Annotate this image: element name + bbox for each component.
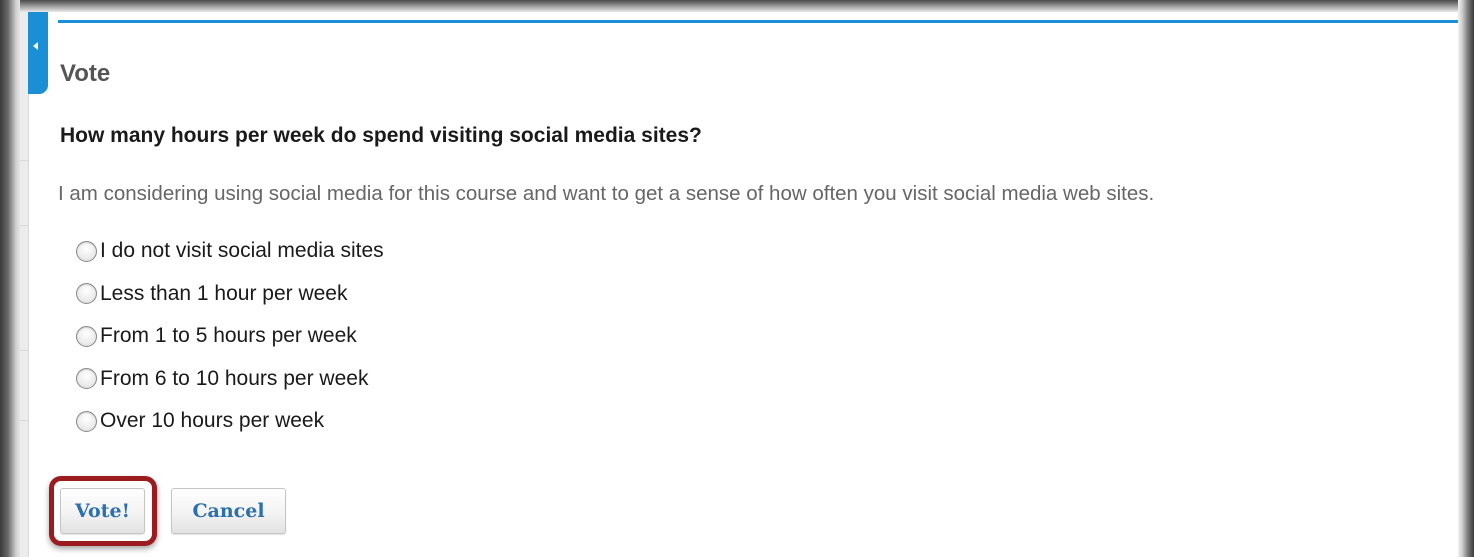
poll-option[interactable]: Over 10 hours per week bbox=[76, 400, 384, 443]
poll-description: I am considering using social media for … bbox=[58, 182, 1155, 205]
collapse-panel-tab[interactable] bbox=[28, 12, 48, 94]
frame-shadow-top bbox=[0, 0, 1474, 12]
gutter-divider bbox=[20, 350, 28, 351]
poll-option-label[interactable]: I do not visit social media sites bbox=[100, 239, 384, 263]
gutter-divider bbox=[20, 420, 28, 421]
poll-options: I do not visit social media sites Less t… bbox=[76, 230, 384, 443]
screenshot-frame: Vote How many hours per week do spend vi… bbox=[0, 0, 1474, 557]
poll-option-label[interactable]: Less than 1 hour per week bbox=[100, 282, 348, 306]
frame-shadow-right bbox=[1458, 0, 1474, 557]
vote-button[interactable]: Vote! bbox=[60, 488, 145, 534]
radio-button[interactable] bbox=[76, 410, 97, 432]
gutter-divider bbox=[20, 160, 28, 161]
radio-button[interactable] bbox=[76, 240, 97, 262]
panel-top-rule bbox=[58, 20, 1458, 23]
vote-panel: Vote How many hours per week do spend vi… bbox=[48, 12, 1458, 557]
poll-option-label[interactable]: From 1 to 5 hours per week bbox=[100, 324, 357, 348]
radio-button[interactable] bbox=[76, 283, 97, 305]
poll-option[interactable]: From 6 to 10 hours per week bbox=[76, 358, 384, 401]
poll-option[interactable]: I do not visit social media sites bbox=[76, 230, 384, 273]
poll-option-label[interactable]: Over 10 hours per week bbox=[100, 409, 324, 433]
frame-shadow-left bbox=[0, 0, 20, 557]
radio-button[interactable] bbox=[76, 368, 97, 390]
poll-option[interactable]: From 1 to 5 hours per week bbox=[76, 315, 384, 358]
poll-option-label[interactable]: From 6 to 10 hours per week bbox=[100, 367, 368, 391]
cancel-button[interactable]: Cancel bbox=[171, 488, 286, 534]
radio-button[interactable] bbox=[76, 325, 97, 347]
panel-title: Vote bbox=[60, 60, 111, 87]
poll-option[interactable]: Less than 1 hour per week bbox=[76, 273, 384, 316]
collapse-left-arrow-icon bbox=[33, 42, 38, 50]
poll-question: How many hours per week do spend visitin… bbox=[60, 124, 702, 147]
gutter-divider bbox=[20, 225, 28, 226]
